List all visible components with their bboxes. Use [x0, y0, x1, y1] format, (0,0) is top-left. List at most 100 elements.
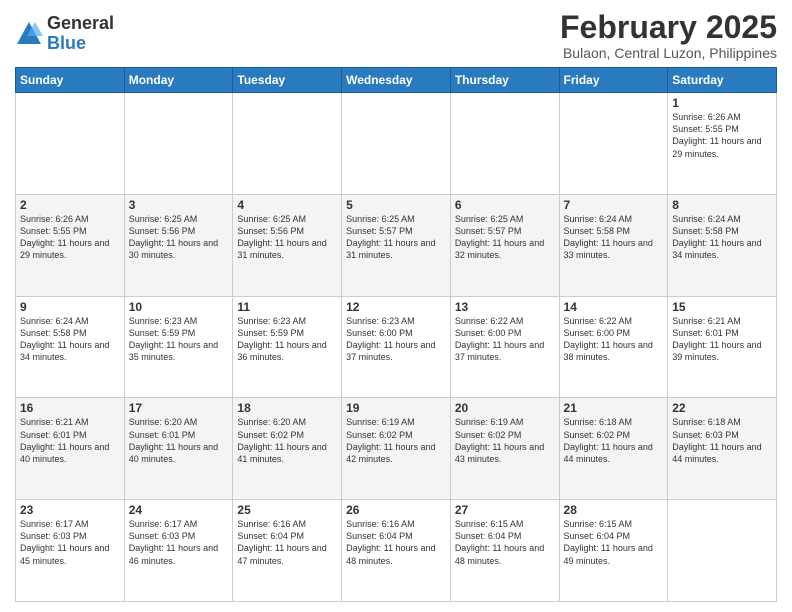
calendar-cell: 9Sunrise: 6:24 AM Sunset: 5:58 PM Daylig… — [16, 296, 125, 398]
day-number: 9 — [20, 300, 120, 314]
calendar-cell: 13Sunrise: 6:22 AM Sunset: 6:00 PM Dayli… — [450, 296, 559, 398]
day-info: Sunrise: 6:17 AM Sunset: 6:03 PM Dayligh… — [129, 518, 229, 567]
day-number: 2 — [20, 198, 120, 212]
location: Bulaon, Central Luzon, Philippines — [560, 45, 777, 61]
calendar-cell: 27Sunrise: 6:15 AM Sunset: 6:04 PM Dayli… — [450, 500, 559, 602]
day-of-week-header: Saturday — [668, 68, 777, 93]
day-of-week-header: Sunday — [16, 68, 125, 93]
calendar-cell: 10Sunrise: 6:23 AM Sunset: 5:59 PM Dayli… — [124, 296, 233, 398]
day-number: 25 — [237, 503, 337, 517]
calendar-cell: 2Sunrise: 6:26 AM Sunset: 5:55 PM Daylig… — [16, 194, 125, 296]
calendar-cell — [342, 93, 451, 195]
page: General Blue February 2025 Bulaon, Centr… — [0, 0, 792, 612]
day-info: Sunrise: 6:22 AM Sunset: 6:00 PM Dayligh… — [455, 315, 555, 364]
day-number: 15 — [672, 300, 772, 314]
day-number: 23 — [20, 503, 120, 517]
calendar-cell: 21Sunrise: 6:18 AM Sunset: 6:02 PM Dayli… — [559, 398, 668, 500]
day-info: Sunrise: 6:26 AM Sunset: 5:55 PM Dayligh… — [672, 111, 772, 160]
day-info: Sunrise: 6:16 AM Sunset: 6:04 PM Dayligh… — [237, 518, 337, 567]
day-number: 27 — [455, 503, 555, 517]
calendar-cell: 7Sunrise: 6:24 AM Sunset: 5:58 PM Daylig… — [559, 194, 668, 296]
calendar-cell — [450, 93, 559, 195]
calendar-week-row: 9Sunrise: 6:24 AM Sunset: 5:58 PM Daylig… — [16, 296, 777, 398]
day-info: Sunrise: 6:25 AM Sunset: 5:57 PM Dayligh… — [346, 213, 446, 262]
day-info: Sunrise: 6:24 AM Sunset: 5:58 PM Dayligh… — [20, 315, 120, 364]
day-info: Sunrise: 6:25 AM Sunset: 5:56 PM Dayligh… — [237, 213, 337, 262]
calendar-cell: 11Sunrise: 6:23 AM Sunset: 5:59 PM Dayli… — [233, 296, 342, 398]
header: General Blue February 2025 Bulaon, Centr… — [15, 10, 777, 61]
day-info: Sunrise: 6:17 AM Sunset: 6:03 PM Dayligh… — [20, 518, 120, 567]
day-info: Sunrise: 6:21 AM Sunset: 6:01 PM Dayligh… — [20, 416, 120, 465]
day-number: 7 — [564, 198, 664, 212]
day-info: Sunrise: 6:20 AM Sunset: 6:02 PM Dayligh… — [237, 416, 337, 465]
day-number: 28 — [564, 503, 664, 517]
day-info: Sunrise: 6:25 AM Sunset: 5:57 PM Dayligh… — [455, 213, 555, 262]
day-number: 19 — [346, 401, 446, 415]
calendar-table: SundayMondayTuesdayWednesdayThursdayFrid… — [15, 67, 777, 602]
calendar-header-row: SundayMondayTuesdayWednesdayThursdayFrid… — [16, 68, 777, 93]
day-number: 10 — [129, 300, 229, 314]
day-number: 17 — [129, 401, 229, 415]
day-info: Sunrise: 6:19 AM Sunset: 6:02 PM Dayligh… — [455, 416, 555, 465]
day-number: 26 — [346, 503, 446, 517]
calendar-cell: 1Sunrise: 6:26 AM Sunset: 5:55 PM Daylig… — [668, 93, 777, 195]
day-info: Sunrise: 6:23 AM Sunset: 5:59 PM Dayligh… — [237, 315, 337, 364]
day-info: Sunrise: 6:23 AM Sunset: 5:59 PM Dayligh… — [129, 315, 229, 364]
calendar-cell: 24Sunrise: 6:17 AM Sunset: 6:03 PM Dayli… — [124, 500, 233, 602]
calendar-cell: 6Sunrise: 6:25 AM Sunset: 5:57 PM Daylig… — [450, 194, 559, 296]
calendar-cell — [668, 500, 777, 602]
day-number: 18 — [237, 401, 337, 415]
calendar-week-row: 2Sunrise: 6:26 AM Sunset: 5:55 PM Daylig… — [16, 194, 777, 296]
day-info: Sunrise: 6:20 AM Sunset: 6:01 PM Dayligh… — [129, 416, 229, 465]
calendar-cell: 4Sunrise: 6:25 AM Sunset: 5:56 PM Daylig… — [233, 194, 342, 296]
day-info: Sunrise: 6:16 AM Sunset: 6:04 PM Dayligh… — [346, 518, 446, 567]
logo-general-text: General — [47, 14, 114, 34]
day-of-week-header: Wednesday — [342, 68, 451, 93]
calendar-cell — [233, 93, 342, 195]
day-of-week-header: Monday — [124, 68, 233, 93]
day-number: 22 — [672, 401, 772, 415]
calendar-cell: 3Sunrise: 6:25 AM Sunset: 5:56 PM Daylig… — [124, 194, 233, 296]
calendar-cell: 20Sunrise: 6:19 AM Sunset: 6:02 PM Dayli… — [450, 398, 559, 500]
day-number: 13 — [455, 300, 555, 314]
day-of-week-header: Friday — [559, 68, 668, 93]
day-info: Sunrise: 6:23 AM Sunset: 6:00 PM Dayligh… — [346, 315, 446, 364]
day-number: 8 — [672, 198, 772, 212]
day-number: 4 — [237, 198, 337, 212]
logo-icon — [15, 20, 43, 48]
day-number: 11 — [237, 300, 337, 314]
calendar-cell — [559, 93, 668, 195]
calendar-week-row: 23Sunrise: 6:17 AM Sunset: 6:03 PM Dayli… — [16, 500, 777, 602]
logo-blue-text: Blue — [47, 34, 114, 54]
calendar-cell: 26Sunrise: 6:16 AM Sunset: 6:04 PM Dayli… — [342, 500, 451, 602]
day-number: 12 — [346, 300, 446, 314]
day-info: Sunrise: 6:15 AM Sunset: 6:04 PM Dayligh… — [564, 518, 664, 567]
day-number: 24 — [129, 503, 229, 517]
day-info: Sunrise: 6:18 AM Sunset: 6:03 PM Dayligh… — [672, 416, 772, 465]
day-info: Sunrise: 6:26 AM Sunset: 5:55 PM Dayligh… — [20, 213, 120, 262]
day-number: 14 — [564, 300, 664, 314]
calendar-cell: 18Sunrise: 6:20 AM Sunset: 6:02 PM Dayli… — [233, 398, 342, 500]
calendar-cell: 23Sunrise: 6:17 AM Sunset: 6:03 PM Dayli… — [16, 500, 125, 602]
title-block: February 2025 Bulaon, Central Luzon, Phi… — [560, 10, 777, 61]
day-number: 1 — [672, 96, 772, 110]
day-info: Sunrise: 6:19 AM Sunset: 6:02 PM Dayligh… — [346, 416, 446, 465]
day-of-week-header: Thursday — [450, 68, 559, 93]
day-number: 16 — [20, 401, 120, 415]
calendar-week-row: 1Sunrise: 6:26 AM Sunset: 5:55 PM Daylig… — [16, 93, 777, 195]
day-info: Sunrise: 6:15 AM Sunset: 6:04 PM Dayligh… — [455, 518, 555, 567]
day-info: Sunrise: 6:25 AM Sunset: 5:56 PM Dayligh… — [129, 213, 229, 262]
month-title: February 2025 — [560, 10, 777, 45]
calendar-cell — [124, 93, 233, 195]
day-number: 20 — [455, 401, 555, 415]
day-of-week-header: Tuesday — [233, 68, 342, 93]
calendar-cell: 17Sunrise: 6:20 AM Sunset: 6:01 PM Dayli… — [124, 398, 233, 500]
day-number: 21 — [564, 401, 664, 415]
day-number: 5 — [346, 198, 446, 212]
calendar-cell: 14Sunrise: 6:22 AM Sunset: 6:00 PM Dayli… — [559, 296, 668, 398]
calendar-cell: 16Sunrise: 6:21 AM Sunset: 6:01 PM Dayli… — [16, 398, 125, 500]
calendar-cell: 19Sunrise: 6:19 AM Sunset: 6:02 PM Dayli… — [342, 398, 451, 500]
day-info: Sunrise: 6:24 AM Sunset: 5:58 PM Dayligh… — [672, 213, 772, 262]
calendar-cell: 15Sunrise: 6:21 AM Sunset: 6:01 PM Dayli… — [668, 296, 777, 398]
day-info: Sunrise: 6:22 AM Sunset: 6:00 PM Dayligh… — [564, 315, 664, 364]
